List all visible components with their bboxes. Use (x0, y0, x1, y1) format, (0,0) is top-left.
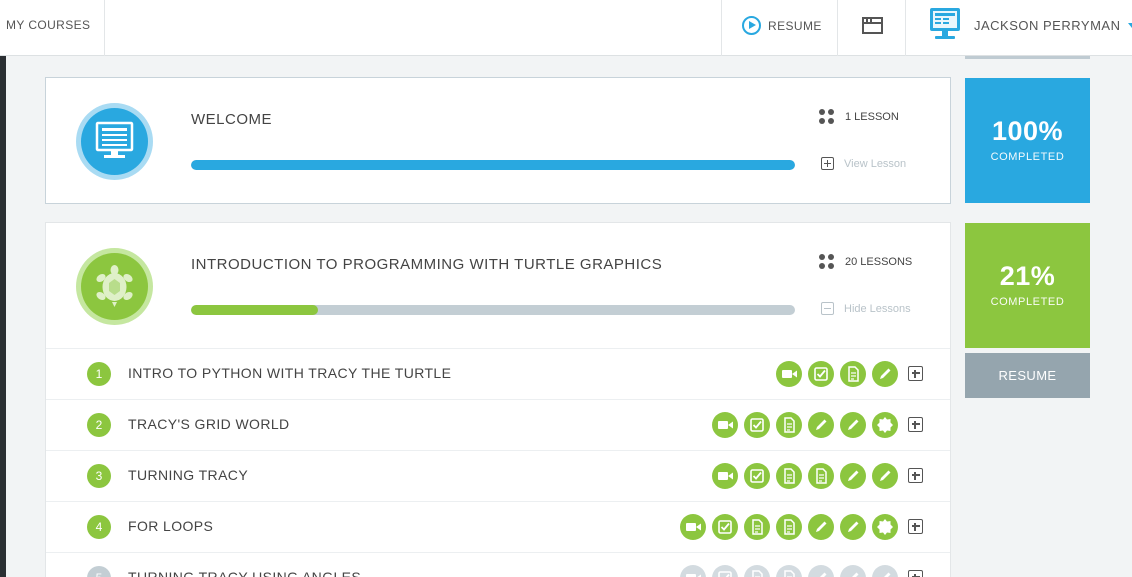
lesson-title[interactable]: INTRO TO PYTHON WITH TRACY THE TURTLE (128, 365, 451, 381)
checkbox-icon[interactable] (744, 412, 770, 438)
lesson-row[interactable]: 4 FOR LOOPS (46, 501, 950, 552)
lesson-activities (776, 361, 898, 387)
window-toggle-button[interactable] (837, 0, 906, 56)
expand-plus-icon[interactable] (908, 468, 923, 483)
browser-window-icon (862, 17, 883, 34)
module-title: INTRODUCTION TO PROGRAMMING WITH TURTLE … (191, 256, 663, 273)
expand-plus-icon[interactable] (908, 417, 923, 432)
lesson-number: 2 (87, 413, 111, 437)
chevron-down-icon (1128, 23, 1132, 28)
completion-box-welcome: 100% COMPLETED (965, 78, 1090, 203)
video-icon[interactable] (712, 463, 738, 489)
pencil-icon[interactable] (872, 463, 898, 489)
completed-label: COMPLETED (990, 151, 1065, 163)
badge-icon[interactable] (872, 514, 898, 540)
computer-monitor-icon (76, 103, 153, 180)
module-progress-bar (191, 160, 795, 170)
lesson-title[interactable]: TRACY'S GRID WORLD (128, 416, 290, 432)
my-courses-link[interactable]: MY COURSES (0, 0, 105, 56)
pencil-icon[interactable] (840, 514, 866, 540)
pencil-icon[interactable] (808, 565, 834, 577)
pencil-icon[interactable] (840, 412, 866, 438)
document-icon[interactable] (776, 412, 802, 438)
checkbox-icon[interactable] (744, 463, 770, 489)
completion-box-turtle-graphics: 21% COMPLETED (965, 223, 1090, 348)
minus-square-icon (821, 302, 834, 315)
document-icon[interactable] (744, 514, 770, 540)
hide-lessons-label: Hide Lessons (844, 303, 911, 315)
document-icon[interactable] (808, 463, 834, 489)
pencil-icon[interactable] (840, 463, 866, 489)
lesson-title[interactable]: TURNING TRACY (128, 467, 248, 483)
completion-percent: 100% (991, 116, 1064, 146)
resume-module-button[interactable]: RESUME (965, 353, 1090, 398)
completed-label: COMPLETED (990, 296, 1065, 308)
expand-plus-icon[interactable] (908, 570, 923, 577)
top-bar: MY COURSES RESUME JACKSON PERRYMAN (0, 0, 1132, 56)
resume-button[interactable]: RESUME (721, 0, 837, 56)
lesson-row[interactable]: 5 TURNING TRACY USING ANGLES (46, 552, 950, 577)
document-icon[interactable] (776, 565, 802, 577)
lesson-row[interactable]: 3 TURNING TRACY (46, 450, 950, 501)
resume-label: RESUME (768, 19, 822, 33)
module-card-welcome: WELCOME 1 LESSON View Lesson (45, 77, 951, 204)
lesson-number: 5 (87, 566, 111, 577)
video-icon[interactable] (680, 514, 706, 540)
lesson-number: 1 (87, 362, 111, 386)
document-icon[interactable] (744, 565, 770, 577)
lesson-activities (712, 463, 898, 489)
expand-plus-icon[interactable] (908, 519, 923, 534)
play-circle-icon (742, 16, 761, 35)
expand-plus-icon[interactable] (908, 366, 923, 381)
pencil-icon[interactable] (872, 565, 898, 577)
module-title: WELCOME (191, 111, 273, 128)
lesson-activities (680, 514, 898, 540)
video-icon[interactable] (712, 412, 738, 438)
lesson-list: 1 INTRO TO PYTHON WITH TRACY THE TURTLE 2 T… (46, 348, 950, 577)
video-icon[interactable] (776, 361, 802, 387)
document-icon[interactable] (776, 514, 802, 540)
user-name: JACKSON PERRYMAN (974, 18, 1121, 33)
lesson-row[interactable]: 2 TRACY'S GRID WORLD (46, 399, 950, 450)
module-progress-bar (191, 305, 795, 315)
pencil-icon[interactable] (808, 412, 834, 438)
lesson-title[interactable]: FOR LOOPS (128, 518, 213, 534)
checkbox-icon[interactable] (712, 514, 738, 540)
lesson-count: 1 LESSON (845, 111, 899, 123)
badge-icon[interactable] (872, 412, 898, 438)
completion-percent: 21% (999, 261, 1056, 291)
checkbox-icon[interactable] (808, 361, 834, 387)
previous-card-edge (965, 56, 1090, 59)
turtle-icon (76, 248, 153, 325)
lesson-count: 20 LESSONS (845, 256, 913, 268)
lesson-activities (712, 412, 898, 438)
checkbox-icon[interactable] (712, 565, 738, 577)
view-lesson-link[interactable]: View Lesson (821, 157, 906, 170)
plus-square-icon (821, 157, 834, 170)
user-avatar-computer-icon (930, 8, 960, 39)
module-card-turtle-graphics: INTRODUCTION TO PROGRAMMING WITH TURTLE … (45, 222, 951, 577)
lesson-title[interactable]: TURNING TRACY USING ANGLES (128, 569, 361, 577)
pencil-icon[interactable] (808, 514, 834, 540)
pencil-icon[interactable] (840, 565, 866, 577)
document-icon[interactable] (776, 463, 802, 489)
video-icon[interactable] (680, 565, 706, 577)
hide-lessons-link[interactable]: Hide Lessons (821, 302, 911, 315)
view-lesson-label: View Lesson (844, 158, 907, 170)
left-sidebar-strip (0, 56, 6, 577)
lesson-number: 3 (87, 464, 111, 488)
user-menu[interactable]: JACKSON PERRYMAN (907, 0, 1132, 56)
document-icon[interactable] (840, 361, 866, 387)
lesson-activities (680, 565, 898, 577)
lesson-row[interactable]: 1 INTRO TO PYTHON WITH TRACY THE TURTLE (46, 348, 950, 399)
pencil-icon[interactable] (872, 361, 898, 387)
lesson-number: 4 (87, 515, 111, 539)
